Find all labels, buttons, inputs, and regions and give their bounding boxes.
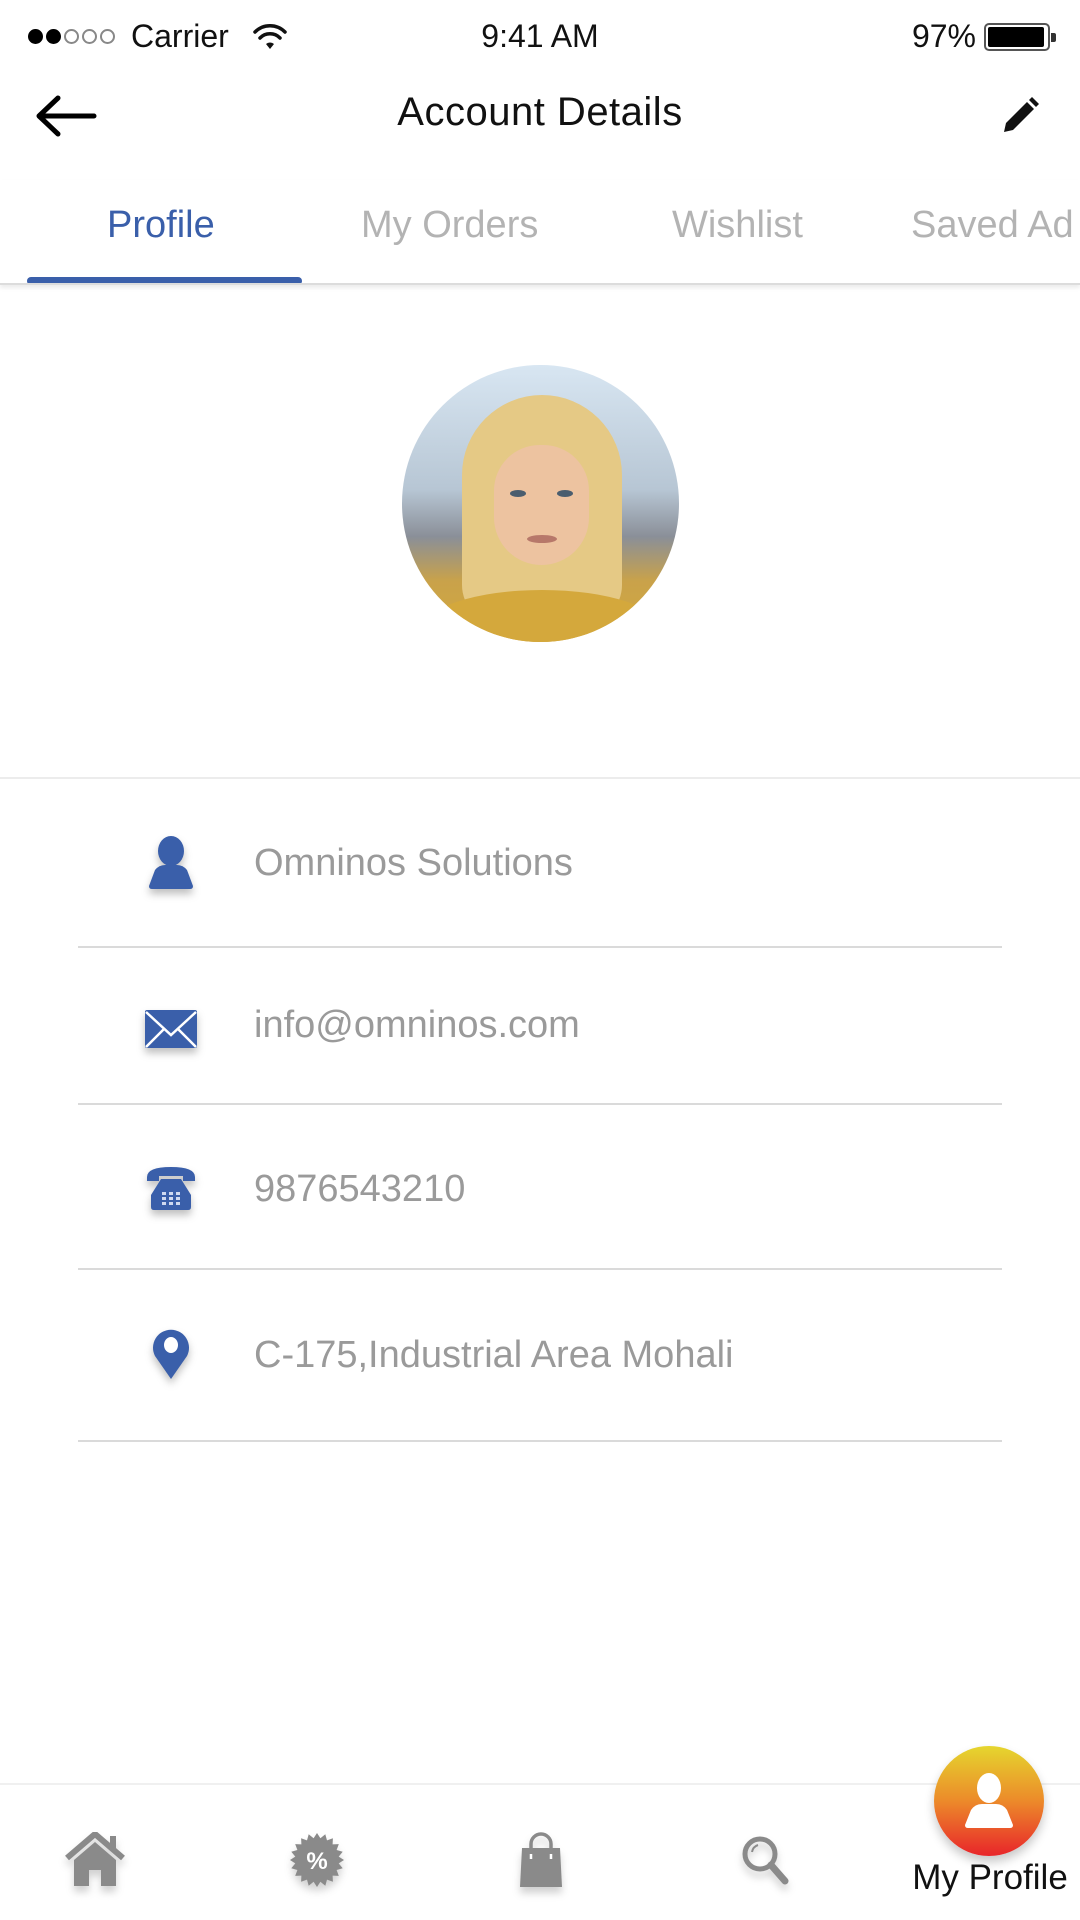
nav-offers-button[interactable]: % [272,1825,362,1895]
battery-icon [984,22,1056,51]
tab-profile[interactable]: Profile [107,204,215,247]
phone-value: 9876543210 [254,1168,466,1210]
tab-my-orders[interactable]: My Orders [361,204,538,247]
page-title: Account Details [397,90,683,134]
home-icon [65,1832,125,1886]
location-pin-icon [144,1326,198,1380]
my-profile-button[interactable] [934,1746,1044,1856]
address-value: C-175,Industrial Area Mohali [254,1334,734,1376]
nav-home-button[interactable] [50,1825,140,1895]
tab-wishlist[interactable]: Wishlist [672,204,803,247]
svg-text:%: % [306,1848,327,1875]
nav-search-button[interactable] [720,1825,810,1895]
status-right: 97% [911,18,1056,55]
pencil-icon [1004,97,1039,132]
tab-bar: Profile My Orders Wishlist Saved Ad [0,180,1080,285]
bottom-navigation: % [0,1783,1080,1920]
row-divider [78,1440,1002,1442]
name-value: Omninos Solutions [254,842,573,884]
section-divider [0,777,1080,779]
shopping-bag-icon [520,1832,562,1887]
battery-percent: 97% [911,18,976,54]
my-profile-label[interactable]: My Profile [900,1858,1080,1898]
envelope-icon [144,1002,198,1056]
status-bar: Carrier 9:41 AM 97% [0,0,1080,76]
active-tab-indicator [27,277,302,283]
tab-saved-ads[interactable]: Saved Ad [911,204,1074,247]
edit-button[interactable] [990,86,1050,146]
email-value: info@omninos.com [254,1004,580,1046]
row-divider [78,946,1002,948]
profile-avatar[interactable] [402,365,679,642]
discount-badge-icon: % [290,1833,344,1887]
row-divider [78,1268,1002,1270]
person-icon [144,836,198,890]
profile-icon [965,1773,1013,1828]
telephone-icon [144,1160,198,1214]
row-divider [78,1103,1002,1105]
search-icon [742,1836,789,1885]
nav-cart-button[interactable] [496,1825,586,1895]
navigation-bar: Account Details [0,76,1080,156]
